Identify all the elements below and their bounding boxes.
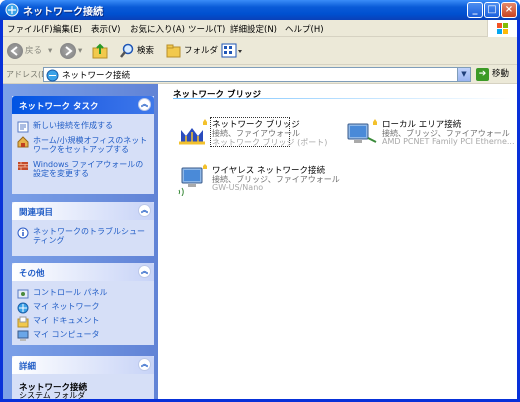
collapse-chevron-icon[interactable]: ︽: [138, 265, 151, 278]
details-header[interactable]: 詳細 ︽: [12, 356, 154, 374]
back-dropdown-icon[interactable]: ▾: [48, 42, 52, 60]
my-computer-label: マイ コンピュータ: [33, 330, 100, 339]
troubleshooting-label: ネットワークのトラブルシューティング: [33, 227, 145, 245]
address-bar: アドレス(D) ネットワーク接続 ▼ ➔ 移動: [3, 65, 517, 84]
close-button[interactable]: ×: [501, 2, 517, 18]
address-dropdown-icon[interactable]: ▼: [457, 68, 470, 81]
windows-logo-icon: [487, 20, 517, 37]
back-button[interactable]: 戻る: [25, 42, 42, 60]
collapse-chevron-icon[interactable]: ︽: [138, 98, 151, 111]
details-title: 詳細: [19, 362, 37, 372]
title-bar[interactable]: ネットワーク接続 _ □ ×: [0, 0, 520, 20]
menu-tools[interactable]: ツール(T): [188, 23, 225, 35]
toolbar: 戻る ▾ ▾ 検索 フォルダ: [3, 37, 517, 65]
folders-icon[interactable]: [166, 43, 182, 59]
home-network-setup-label: ホーム/小規模オフィスのネットワークをセットアップする: [33, 136, 148, 154]
connection-device: ネットワーク ブリッジ (ポート): [212, 138, 328, 147]
control-panel-label: コントロール パネル: [33, 288, 108, 297]
info-icon: [17, 227, 29, 239]
details-panel: 詳細 ︽ ネットワーク接続 システム フォルダ: [12, 356, 154, 400]
address-value: ネットワーク接続: [62, 71, 131, 81]
search-button[interactable]: 検索: [137, 42, 154, 60]
views-icon[interactable]: [221, 43, 243, 59]
connection-device: GW-US/Nano: [212, 183, 264, 192]
folder-up-icon[interactable]: [92, 42, 108, 60]
other-places-title: その他: [19, 269, 45, 279]
forward-dropdown-icon[interactable]: ▾: [78, 42, 82, 60]
related-topics-title: 関連項目: [19, 208, 54, 218]
network-tasks-panel: ネットワーク タスク ︽ 新しい接続を作成する ホーム/小規模オフィスのネットワ…: [12, 96, 154, 194]
other-places-panel: その他 ︽ コントロール パネル マイ ネットワーク マイ ドキュメント マイ …: [12, 263, 154, 345]
create-connection-label: 新しい接続を作成する: [33, 121, 113, 130]
other-places-header[interactable]: その他 ︽: [12, 263, 154, 281]
network-tasks-header[interactable]: ネットワーク タスク ︽: [12, 96, 154, 114]
connection-device: AMD PCNET Family PCI Etherne...: [382, 137, 515, 146]
my-documents-label: マイ ドキュメント: [33, 316, 100, 325]
network-tasks-title: ネットワーク タスク: [19, 102, 99, 112]
home-network-icon: [17, 136, 29, 148]
address-input[interactable]: ネットワーク接続 ▼: [43, 67, 471, 82]
menu-advanced[interactable]: 詳細設定(N): [230, 23, 277, 35]
go-arrow-icon: ➔: [476, 68, 489, 81]
network-folder-icon: [46, 69, 59, 82]
minimize-button[interactable]: _: [467, 2, 483, 18]
task-pane: ネットワーク タスク ︽ 新しい接続を作成する ホーム/小規模オフィスのネットワ…: [3, 84, 158, 400]
related-topics-header[interactable]: 関連項目 ︽: [12, 202, 154, 220]
forward-arrow-icon[interactable]: [60, 43, 76, 59]
search-icon[interactable]: [119, 43, 135, 59]
my-computer-icon: [17, 330, 29, 341]
my-network-label: マイ ネットワーク: [33, 302, 100, 311]
folders-button[interactable]: フォルダ: [184, 42, 218, 60]
new-connection-icon: [17, 121, 29, 133]
menu-bar: ファイル(F) 編集(E) 表示(V) お気に入り(A) ツール(T) 詳細設定…: [3, 20, 517, 37]
group-divider: [173, 98, 513, 99]
menu-help[interactable]: ヘルプ(H): [285, 23, 324, 35]
related-topics-panel: 関連項目 ︽ ネットワークのトラブルシューティング: [12, 202, 154, 256]
menu-edit[interactable]: 編集(E): [53, 23, 82, 35]
menu-file[interactable]: ファイル(F): [7, 23, 53, 35]
wireless-connection-icon: [178, 164, 207, 196]
details-type: システム フォルダ: [19, 391, 86, 400]
explorer-window: ネットワーク接続 _ □ × ファイル(F) 編集(E) 表示(V) お気に入り…: [0, 0, 520, 402]
network-bridge-icon: [179, 119, 207, 145]
collapse-chevron-icon[interactable]: ︽: [138, 204, 151, 217]
network-connections-icon: [5, 3, 19, 17]
menu-favorites[interactable]: お気に入り(A): [130, 23, 185, 35]
back-arrow-icon[interactable]: [7, 43, 23, 59]
maximize-button[interactable]: □: [484, 2, 500, 18]
control-panel-icon: [17, 289, 29, 299]
file-list: ネットワーク ブリッジ ネットワーク ブリッジ 接続、ファイアウォール ネットワ…: [158, 84, 517, 399]
menu-view[interactable]: 表示(V): [91, 23, 120, 35]
lan-connection-icon: [347, 119, 377, 143]
firewall-settings-label: Windows ファイアウォールの設定を変更する: [33, 160, 144, 178]
window-title: ネットワーク接続: [23, 7, 103, 18]
my-network-icon: [17, 302, 29, 314]
collapse-chevron-icon[interactable]: ︽: [138, 358, 151, 371]
go-label: 移動: [492, 69, 510, 79]
firewall-icon: [18, 162, 28, 170]
my-documents-icon: [17, 316, 29, 328]
